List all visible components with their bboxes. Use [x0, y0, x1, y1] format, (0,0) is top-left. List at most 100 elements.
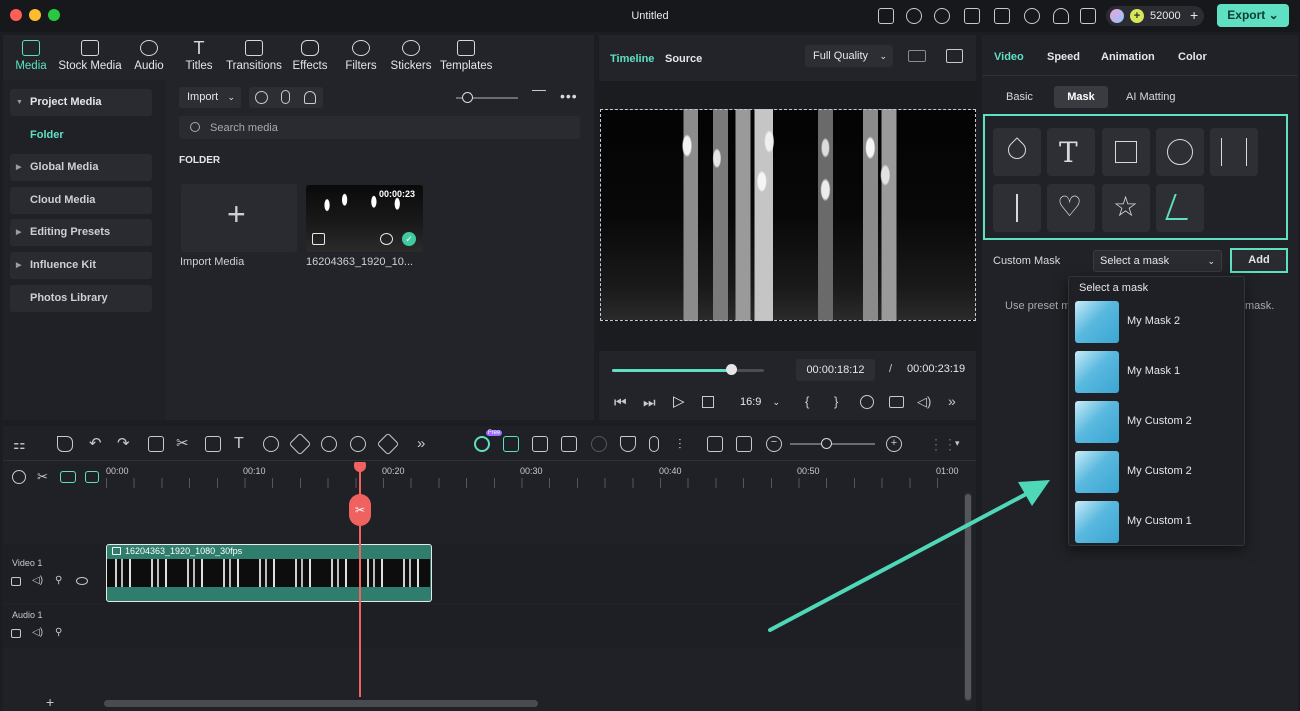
- rectangle-mask-button[interactable]: [1102, 128, 1150, 176]
- sidebar-item-global-media[interactable]: ▶ Global Media: [10, 154, 152, 181]
- previous-frame-icon[interactable]: ⏮: [614, 395, 628, 409]
- auto-enhance-icon[interactable]: [591, 436, 607, 452]
- grid-icon[interactable]: [1080, 8, 1096, 24]
- tab-templates[interactable]: Templates: [440, 40, 492, 72]
- tab-transitions[interactable]: Transitions: [226, 40, 282, 72]
- record-icon[interactable]: [255, 91, 268, 104]
- single-line-mask-button[interactable]: [993, 184, 1041, 232]
- quality-dropdown[interactable]: Full Quality ⌄: [805, 45, 893, 67]
- effects-toggle-icon[interactable]: ⚲: [55, 575, 62, 586]
- zoom-out-icon[interactable]: −: [766, 436, 782, 452]
- text-mask-button[interactable]: T: [1047, 128, 1095, 176]
- dropdown-item[interactable]: My Custom 2: [1075, 399, 1245, 445]
- more-options-icon[interactable]: •••: [560, 88, 578, 104]
- slider-handle[interactable]: [462, 92, 473, 103]
- dropdown-item[interactable]: My Mask 1: [1075, 349, 1245, 395]
- community-icon[interactable]: [934, 8, 950, 24]
- tab-stock-media[interactable]: Stock Media: [58, 40, 122, 72]
- timer-icon[interactable]: [350, 436, 366, 452]
- add-track-icon[interactable]: +: [46, 694, 54, 710]
- tab-source[interactable]: Source: [665, 53, 702, 65]
- dropdown-item[interactable]: My Mask 2: [1075, 299, 1245, 345]
- double-line-mask-button[interactable]: [1210, 128, 1258, 176]
- lock-icon[interactable]: [11, 629, 21, 638]
- tab-speed[interactable]: Speed: [1047, 51, 1080, 63]
- add-mask-button[interactable]: Add: [1230, 248, 1288, 273]
- scrubber-handle[interactable]: [725, 364, 737, 375]
- zoom-slider[interactable]: [790, 443, 875, 445]
- mark-out-icon[interactable]: }: [834, 394, 838, 409]
- volume-icon[interactable]: ◁): [917, 394, 931, 410]
- tab-audio[interactable]: Audio: [130, 40, 168, 72]
- next-frame-icon[interactable]: ⏭: [643, 395, 657, 409]
- select-tool-icon[interactable]: [57, 436, 73, 452]
- zoom-in-icon[interactable]: +: [886, 436, 902, 452]
- save-icon[interactable]: [994, 8, 1010, 24]
- gift-icon[interactable]: [878, 8, 894, 24]
- tab-video[interactable]: Video: [994, 51, 1024, 63]
- play-icon[interactable]: ▷: [673, 394, 687, 409]
- circle-mask-button[interactable]: [1156, 128, 1204, 176]
- select-mask-dropdown[interactable]: Select a mask ⌄: [1093, 250, 1222, 272]
- fit-icon[interactable]: [736, 436, 752, 452]
- aspect-ratio-dropdown[interactable]: 16:9 ⌄: [731, 391, 786, 413]
- headset-icon[interactable]: [1053, 8, 1069, 24]
- text-tool-icon[interactable]: T: [234, 436, 250, 452]
- mark-in-icon[interactable]: {: [805, 394, 809, 409]
- undo-icon[interactable]: ↶: [89, 436, 105, 452]
- subtab-ai-matting[interactable]: AI Matting: [1126, 91, 1176, 103]
- sidebar-item-project-media[interactable]: ▼ Project Media: [10, 89, 152, 116]
- track-height-icon[interactable]: [85, 471, 99, 483]
- tab-effects[interactable]: Effects: [290, 40, 330, 72]
- shape-tool-icon[interactable]: [263, 436, 279, 452]
- tab-media[interactable]: Media: [14, 40, 48, 72]
- unlink-icon[interactable]: ✂: [37, 470, 53, 486]
- send-icon[interactable]: [906, 8, 922, 24]
- star-mask-button[interactable]: ☆: [1102, 184, 1150, 232]
- layout-grid-icon[interactable]: ⚏: [13, 436, 29, 452]
- import-media-tile[interactable]: +: [181, 184, 297, 252]
- magnet-link-icon[interactable]: [60, 471, 76, 483]
- import-dropdown[interactable]: Import ⌄: [179, 87, 241, 108]
- settings-gear-icon[interactable]: [860, 395, 874, 409]
- speed-ramp-icon[interactable]: [321, 436, 337, 452]
- timeline-options-chevron-icon[interactable]: ▾: [955, 438, 960, 449]
- voiceover-icon[interactable]: [304, 91, 316, 104]
- image-icon[interactable]: [561, 436, 577, 452]
- tab-timeline[interactable]: Timeline: [610, 53, 654, 65]
- detach-audio-icon[interactable]: [707, 436, 723, 452]
- mute-icon[interactable]: ◁): [32, 627, 43, 638]
- more-tools-icon[interactable]: »: [417, 436, 433, 452]
- zoom-slider-handle[interactable]: [821, 438, 832, 449]
- lock-icon[interactable]: [11, 577, 21, 586]
- crop-icon[interactable]: [205, 436, 221, 452]
- tab-animation[interactable]: Animation: [1101, 51, 1155, 63]
- mic-icon[interactable]: [649, 436, 659, 452]
- smart-cut-icon[interactable]: [503, 436, 519, 452]
- pen-mask-button[interactable]: [993, 128, 1041, 176]
- video-clip[interactable]: 16204363_1920_1080_30fps: [106, 544, 432, 602]
- mute-icon[interactable]: ◁): [32, 575, 43, 586]
- shield-icon[interactable]: [620, 436, 636, 452]
- sidebar-item-photos-library[interactable]: Photos Library: [10, 285, 152, 312]
- tab-stickers[interactable]: Stickers: [390, 40, 432, 72]
- ai-robot-icon[interactable]: [474, 436, 490, 452]
- replace-icon[interactable]: [532, 436, 548, 452]
- credits-badge[interactable]: + 52000 +: [1106, 6, 1204, 26]
- brush-mask-button[interactable]: [1156, 184, 1204, 232]
- snapshot-view-icon[interactable]: [946, 49, 963, 63]
- tab-titles[interactable]: T Titles: [182, 39, 216, 72]
- mixer-icon[interactable]: ⫶: [678, 436, 694, 452]
- sidebar-item-folder[interactable]: Folder: [10, 122, 152, 149]
- sidebar-item-influence-kit[interactable]: ▶ Influence Kit: [10, 252, 152, 279]
- sidebar-item-editing-presets[interactable]: ▶ Editing Presets: [10, 219, 152, 246]
- search-media-input[interactable]: Search media: [179, 116, 580, 139]
- camera-icon[interactable]: [889, 396, 904, 408]
- filter-icon[interactable]: [532, 90, 546, 104]
- grid-handle-icon[interactable]: ⋮⋮: [929, 436, 957, 452]
- split-scissors-icon[interactable]: ✂: [349, 494, 371, 526]
- layout-icon[interactable]: [964, 8, 980, 24]
- sidebar-item-cloud-media[interactable]: Cloud Media: [10, 187, 152, 214]
- tab-color[interactable]: Color: [1178, 51, 1207, 63]
- subtab-basic[interactable]: Basic: [1006, 91, 1033, 103]
